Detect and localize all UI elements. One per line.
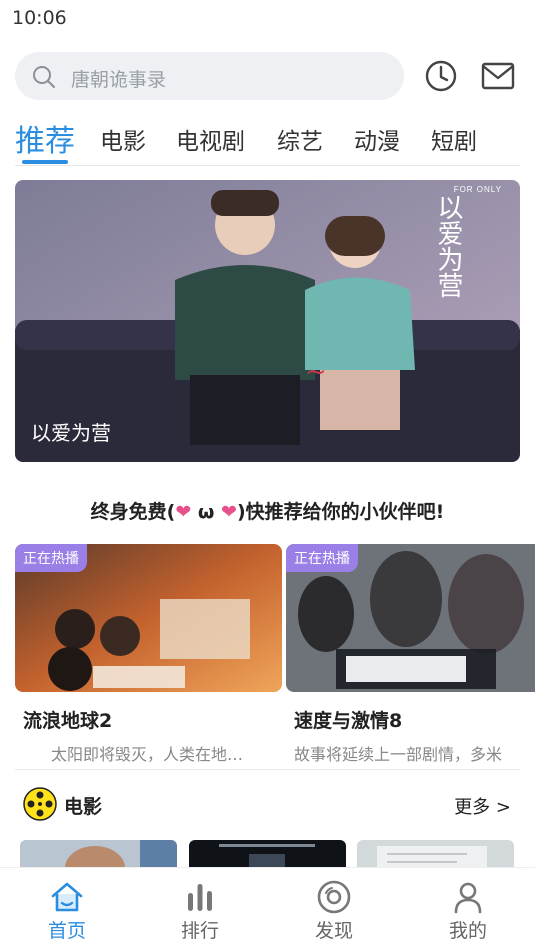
nav-label-profile: 我的 (448, 920, 487, 942)
bottom-nav: 首页 排行 发现 我的 (0, 867, 535, 951)
profile-person-icon (454, 882, 482, 914)
mail-icon[interactable] (480, 60, 516, 92)
banner-caption: 以爱为营 (31, 421, 111, 445)
nav-profile[interactable]: 我的 (418, 868, 518, 951)
nav-label-ranking: 排行 (180, 920, 219, 942)
movie-thumb-image (189, 840, 346, 870)
search-input[interactable]: 唐朝诡事录 (15, 52, 404, 100)
heart-icon: ❤ (221, 501, 237, 523)
ranking-bars-icon (188, 884, 212, 911)
nav-discover[interactable]: 发现 (284, 868, 384, 951)
movie-thumb[interactable] (20, 840, 177, 870)
promo-middle: ω (191, 501, 222, 523)
status-bar: 10:06 (0, 0, 535, 38)
featured-banner[interactable]: ~ FOR ONLY 以爱为营 以爱为营 (15, 180, 520, 462)
hot-card-desc: 故事将延续上一部剧情，多米 (294, 745, 503, 764)
promo-suffix: )快推荐给你的小伙伴吧! (236, 501, 445, 523)
movie-thumb-image (357, 840, 514, 870)
heart-icon: ❤ (175, 501, 192, 523)
section-more-link[interactable]: 更多 > (454, 793, 511, 819)
movie-thumb-image (20, 840, 177, 870)
banner-logo: FOR ONLY 以爱为营 (393, 185, 502, 305)
search-row: 唐朝诡事录 (0, 50, 535, 102)
hot-badge: 正在热播 (15, 544, 87, 572)
discover-disc-icon (317, 880, 351, 914)
movie-thumb[interactable] (189, 840, 346, 870)
nav-label-home: 首页 (47, 920, 86, 942)
hot-card[interactable]: 正在热播 速度与激情8 故事将延续上一部剧情，多米 (286, 544, 535, 765)
hot-badge: 正在热播 (286, 544, 358, 572)
nav-ranking[interactable]: 排行 (150, 868, 250, 951)
section-title: 电影 (64, 796, 103, 818)
hot-card-title: 速度与激情8 (294, 710, 403, 732)
hot-card-poster: 正在热播 (15, 544, 282, 692)
nav-label-discover: 发现 (314, 920, 353, 942)
tabs-divider (15, 165, 520, 166)
hot-card-title: 流浪地球2 (23, 710, 113, 732)
promo-text: 终身免费(❤ ω ❤)快推荐给你的小伙伴吧! (0, 497, 535, 524)
status-time: 10:06 (12, 7, 67, 29)
hot-now-row: 正在热播 流浪地球2 太阳即将毁灭，人类在地… 正在热播 速度与激情8 故事将延… (0, 544, 535, 766)
hot-card[interactable]: 正在热播 流浪地球2 太阳即将毁灭，人类在地… (15, 544, 282, 765)
tab-recommend[interactable]: 推荐 (15, 116, 75, 160)
banner-logo-text: 以爱为营 (433, 194, 464, 299)
movie-strip (0, 840, 535, 870)
active-tab-indicator (22, 160, 68, 164)
tab-variety[interactable]: 综艺 (277, 122, 323, 156)
hot-card-poster: 正在热播 (286, 544, 535, 692)
svg-text:~: ~ (305, 357, 327, 387)
section-divider (15, 769, 520, 770)
tab-short-drama[interactable]: 短剧 (431, 122, 477, 156)
promo-prefix: 终身免费( (90, 501, 176, 523)
search-placeholder: 唐朝诡事录 (71, 69, 167, 91)
tab-tv-series[interactable]: 电视剧 (176, 122, 245, 156)
hot-card-desc: 太阳即将毁灭，人类在地… (51, 745, 244, 764)
category-tabs: 推荐 电影 电视剧 综艺 动漫 短剧 (0, 112, 535, 168)
home-icon (51, 882, 83, 912)
tab-anime[interactable]: 动漫 (354, 122, 400, 156)
history-clock-icon[interactable] (423, 58, 459, 94)
movie-thumb[interactable] (357, 840, 514, 870)
search-icon (33, 66, 55, 88)
film-reel-icon (23, 787, 57, 821)
nav-home[interactable]: 首页 (17, 868, 117, 951)
banner-logo-small: FOR ONLY (453, 185, 502, 194)
movies-section-header: 电影 更多 > (0, 782, 535, 826)
tab-movies[interactable]: 电影 (100, 122, 146, 156)
